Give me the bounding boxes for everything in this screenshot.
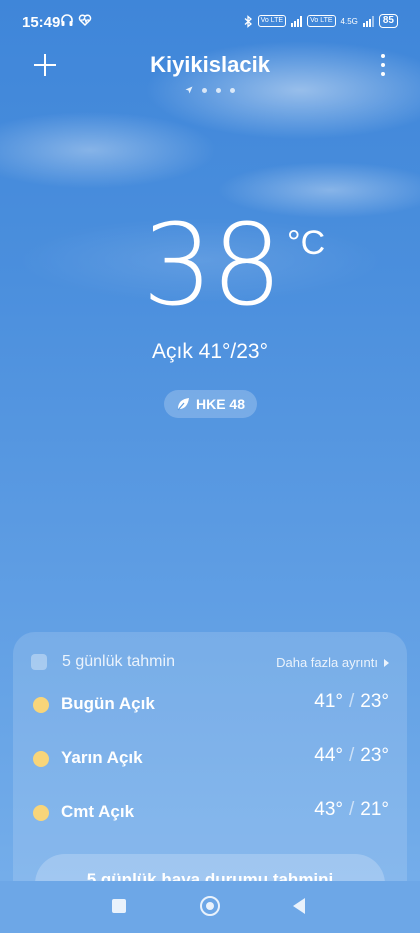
day-temperatures: 43°/21°	[314, 799, 389, 821]
temperature-unit: °C	[287, 224, 326, 262]
day-low: 21°	[360, 799, 389, 820]
temp-separator: /	[348, 691, 355, 712]
sun-icon	[33, 697, 49, 713]
day-low: 23°	[360, 691, 389, 712]
forecast-title: 5 günlük tahmin	[62, 653, 175, 670]
status-left-icons	[60, 13, 92, 27]
condition-summary: Açık 41°/23°	[151, 340, 269, 363]
day-low: 23°	[360, 745, 389, 766]
more-dot	[381, 63, 385, 67]
volte-badge-1: Vo LTE	[257, 15, 287, 27]
day-temperatures: 41°/23°	[314, 691, 389, 713]
forecast-day-row[interactable]: Cmt Açık 43°/21°	[31, 799, 389, 827]
more-dot	[381, 72, 385, 76]
page-indicator	[0, 86, 420, 94]
temperature-value: 38	[142, 201, 283, 331]
status-right-icons: Vo LTE Vo LTE 4.5G 85	[244, 14, 398, 28]
calendar-icon	[31, 654, 47, 670]
sun-icon	[33, 751, 49, 767]
chevron-right-icon	[384, 658, 389, 667]
day-name: Yarın Açık	[61, 748, 143, 767]
back-button[interactable]	[293, 898, 305, 914]
forecast-day-row[interactable]: Yarın Açık 44°/23°	[31, 745, 389, 773]
more-options-button[interactable]	[380, 54, 386, 76]
page-dot	[230, 87, 235, 93]
headset-icon	[61, 14, 73, 26]
day-name: Cmt Açık	[61, 802, 135, 821]
status-time: 15:49	[22, 14, 61, 31]
forecast-header: 5 günlük tahmin Daha fazla ayrıntı	[31, 653, 389, 674]
recent-apps-button[interactable]	[112, 899, 126, 913]
temp-separator: /	[348, 799, 355, 820]
air-quality-pill[interactable]: HKE 48	[164, 390, 257, 418]
signal-icon	[291, 15, 303, 27]
more-details-link[interactable]: Daha fazla ayrıntı	[276, 655, 389, 670]
page-dot	[202, 87, 207, 93]
day-high: 43°	[314, 799, 343, 820]
status-bar: 15:49 Vo LTE Vo LTE 4.5G 85	[0, 0, 420, 46]
day-high: 44°	[314, 745, 343, 766]
day-high: 41°	[314, 691, 343, 712]
system-nav-bar	[0, 881, 420, 933]
location-arrow-icon	[185, 86, 193, 94]
page-dot	[216, 87, 221, 93]
temp-separator: /	[348, 745, 355, 766]
volte-badge-2: Vo LTE	[307, 15, 336, 27]
bluetooth-icon	[244, 14, 252, 28]
header: Kiyikislacik	[0, 48, 420, 98]
home-button[interactable]	[200, 896, 220, 916]
more-details-label: Daha fazla ayrıntı	[276, 655, 378, 670]
battery-indicator: 85	[378, 14, 398, 28]
heart-rate-icon	[78, 14, 92, 27]
sun-icon	[33, 805, 49, 821]
network-type: 4.5G	[340, 16, 358, 26]
day-temperatures: 44°/23°	[314, 745, 389, 767]
more-dot	[381, 54, 385, 58]
aqi-label: HKE 48	[195, 396, 246, 412]
leaf-icon	[177, 398, 189, 411]
city-title: Kiyikislacik	[150, 52, 270, 77]
current-temperature: 38 °C	[0, 206, 420, 332]
forecast-day-row[interactable]: Bugün Açık 41°/23°	[31, 691, 389, 719]
day-name: Bugün Açık	[61, 694, 155, 713]
signal-icon-2	[362, 15, 374, 27]
